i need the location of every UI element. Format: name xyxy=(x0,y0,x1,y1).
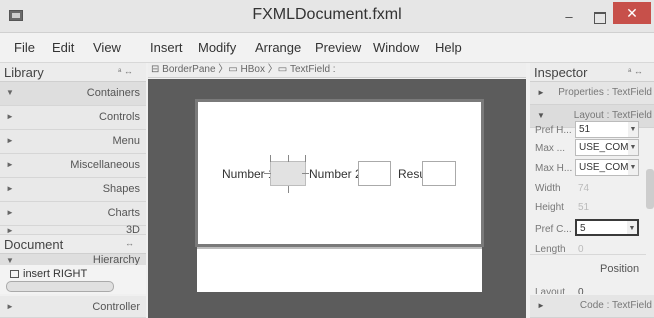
window-title: FXMLDocument.fxml xyxy=(252,6,402,23)
width-value: 74 xyxy=(578,183,590,194)
collapse-arrow-icon: ► xyxy=(6,112,14,121)
library-header: Library ᵃ ↔ xyxy=(0,63,146,82)
pref-height-label: Pref H... xyxy=(535,125,572,136)
library-section-3d[interactable]: ► 3D xyxy=(0,224,146,236)
inspector-header: Inspector ᵃ ↔ xyxy=(530,63,654,82)
menu-bar: File Edit View Insert Modify Arrange Pre… xyxy=(0,33,654,63)
resize-handle[interactable] xyxy=(264,173,271,174)
position-subheader: Position xyxy=(600,263,640,275)
collapse-arrow-icon: ► xyxy=(6,136,14,145)
close-button[interactable]: ✕ xyxy=(613,2,651,24)
document-header: Document ↔ xyxy=(0,235,146,254)
menu-file[interactable]: File xyxy=(14,40,35,55)
resize-handle[interactable] xyxy=(288,186,289,193)
hierarchy-item[interactable]: insert RIGHT xyxy=(10,268,87,280)
library-section-menu[interactable]: ► Menu xyxy=(0,130,146,154)
resize-handle[interactable] xyxy=(288,155,289,162)
menu-help[interactable]: Help xyxy=(435,40,462,55)
collapse-arrow-icon: ► xyxy=(6,160,14,169)
menu-modify[interactable]: Modify xyxy=(198,40,236,55)
number1-textfield[interactable] xyxy=(270,161,306,186)
node-icon xyxy=(10,270,19,278)
collapse-arrow-icon: ► xyxy=(6,302,14,311)
resize-handle[interactable] xyxy=(302,173,309,174)
menu-insert[interactable]: Insert xyxy=(150,40,183,55)
collapse-arrow-icon: ► xyxy=(6,184,14,193)
resize-handle[interactable] xyxy=(270,155,271,162)
number1-label[interactable]: Number 1 xyxy=(222,167,275,181)
dropdown-arrow-icon: ▼ xyxy=(628,140,638,155)
number2-textfield[interactable] xyxy=(358,161,391,186)
menu-preview[interactable]: Preview xyxy=(315,40,361,55)
menu-view[interactable]: View xyxy=(93,40,121,55)
collapse-arrow-icon: ► xyxy=(537,301,545,310)
dropdown-arrow-icon: ▼ xyxy=(628,122,638,137)
expand-arrow-icon: ▼ xyxy=(6,88,14,97)
height-label: Height xyxy=(535,202,564,213)
max-height-label: Max H... xyxy=(535,163,573,174)
menu-window[interactable]: Window xyxy=(373,40,419,55)
inspector-title: Inspector xyxy=(534,65,588,80)
height-value: 51 xyxy=(578,202,590,213)
inspector-section-code[interactable]: ► Code : TextField xyxy=(530,295,654,318)
library-panel-controls[interactable]: ᵃ ↔ xyxy=(118,66,133,76)
layout-x-value: 0 xyxy=(578,287,584,294)
dropdown-arrow-icon: ▼ xyxy=(627,221,637,234)
dropdown-arrow-icon: ▼ xyxy=(628,160,638,175)
inspector-panel-controls[interactable]: ᵃ ↔ xyxy=(628,66,643,76)
document-title: Document xyxy=(4,237,64,252)
max-width-label: Max ... xyxy=(535,143,566,154)
library-title: Library xyxy=(4,65,44,80)
hierarchy-scrollbar[interactable] xyxy=(6,281,114,292)
pref-column-count-combo[interactable]: 5 ▼ xyxy=(575,219,639,236)
menu-arrange[interactable]: Arrange xyxy=(255,40,301,55)
expand-arrow-icon: ▼ xyxy=(537,111,545,120)
pref-height-combo[interactable]: 51 ▼ xyxy=(575,121,639,138)
breadcrumb[interactable]: ⊟ BorderPane 〉▭ HBox 〉▭ TextField : xyxy=(148,63,526,78)
resize-handle[interactable] xyxy=(305,155,306,162)
maximize-button[interactable] xyxy=(590,8,608,26)
document-panel-controls[interactable]: ↔ xyxy=(125,238,134,248)
library-section-controls[interactable]: ► Controls xyxy=(0,106,146,130)
library-section-charts[interactable]: ► Charts xyxy=(0,202,146,226)
menu-edit[interactable]: Edit xyxy=(52,40,74,55)
title-bar: FXMLDocument.fxml – ✕ xyxy=(0,0,654,33)
hierarchy-tree: insert RIGHT xyxy=(0,265,146,294)
inspector-section-properties[interactable]: ► Properties : TextField xyxy=(530,82,654,105)
document-section-controller[interactable]: ► Controller xyxy=(0,296,146,318)
library-section-containers[interactable]: ▼ Containers xyxy=(0,82,146,106)
pref-column-count-label: Pref C... xyxy=(535,224,572,235)
form-bottom-area[interactable] xyxy=(197,247,482,292)
max-height-combo[interactable]: USE_COMPI ▼ xyxy=(575,159,639,176)
number2-label[interactable]: Number 2 xyxy=(309,167,362,181)
expand-arrow-icon: ▼ xyxy=(6,256,14,265)
width-label: Width xyxy=(535,183,561,194)
minimize-button[interactable]: – xyxy=(559,8,579,26)
collapse-arrow-icon: ► xyxy=(537,88,545,97)
collapse-arrow-icon: ► xyxy=(6,208,14,217)
divider xyxy=(530,254,646,255)
inspector-scrollbar[interactable] xyxy=(646,169,654,209)
collapse-arrow-icon: ► xyxy=(6,226,14,235)
library-section-shapes[interactable]: ► Shapes xyxy=(0,178,146,202)
library-section-miscellaneous[interactable]: ► Miscellaneous xyxy=(0,154,146,178)
max-width-combo[interactable]: USE_COMPI ▼ xyxy=(575,139,639,156)
result-textfield[interactable] xyxy=(422,161,456,186)
layout-x-label: Layout xyxy=(535,287,566,294)
